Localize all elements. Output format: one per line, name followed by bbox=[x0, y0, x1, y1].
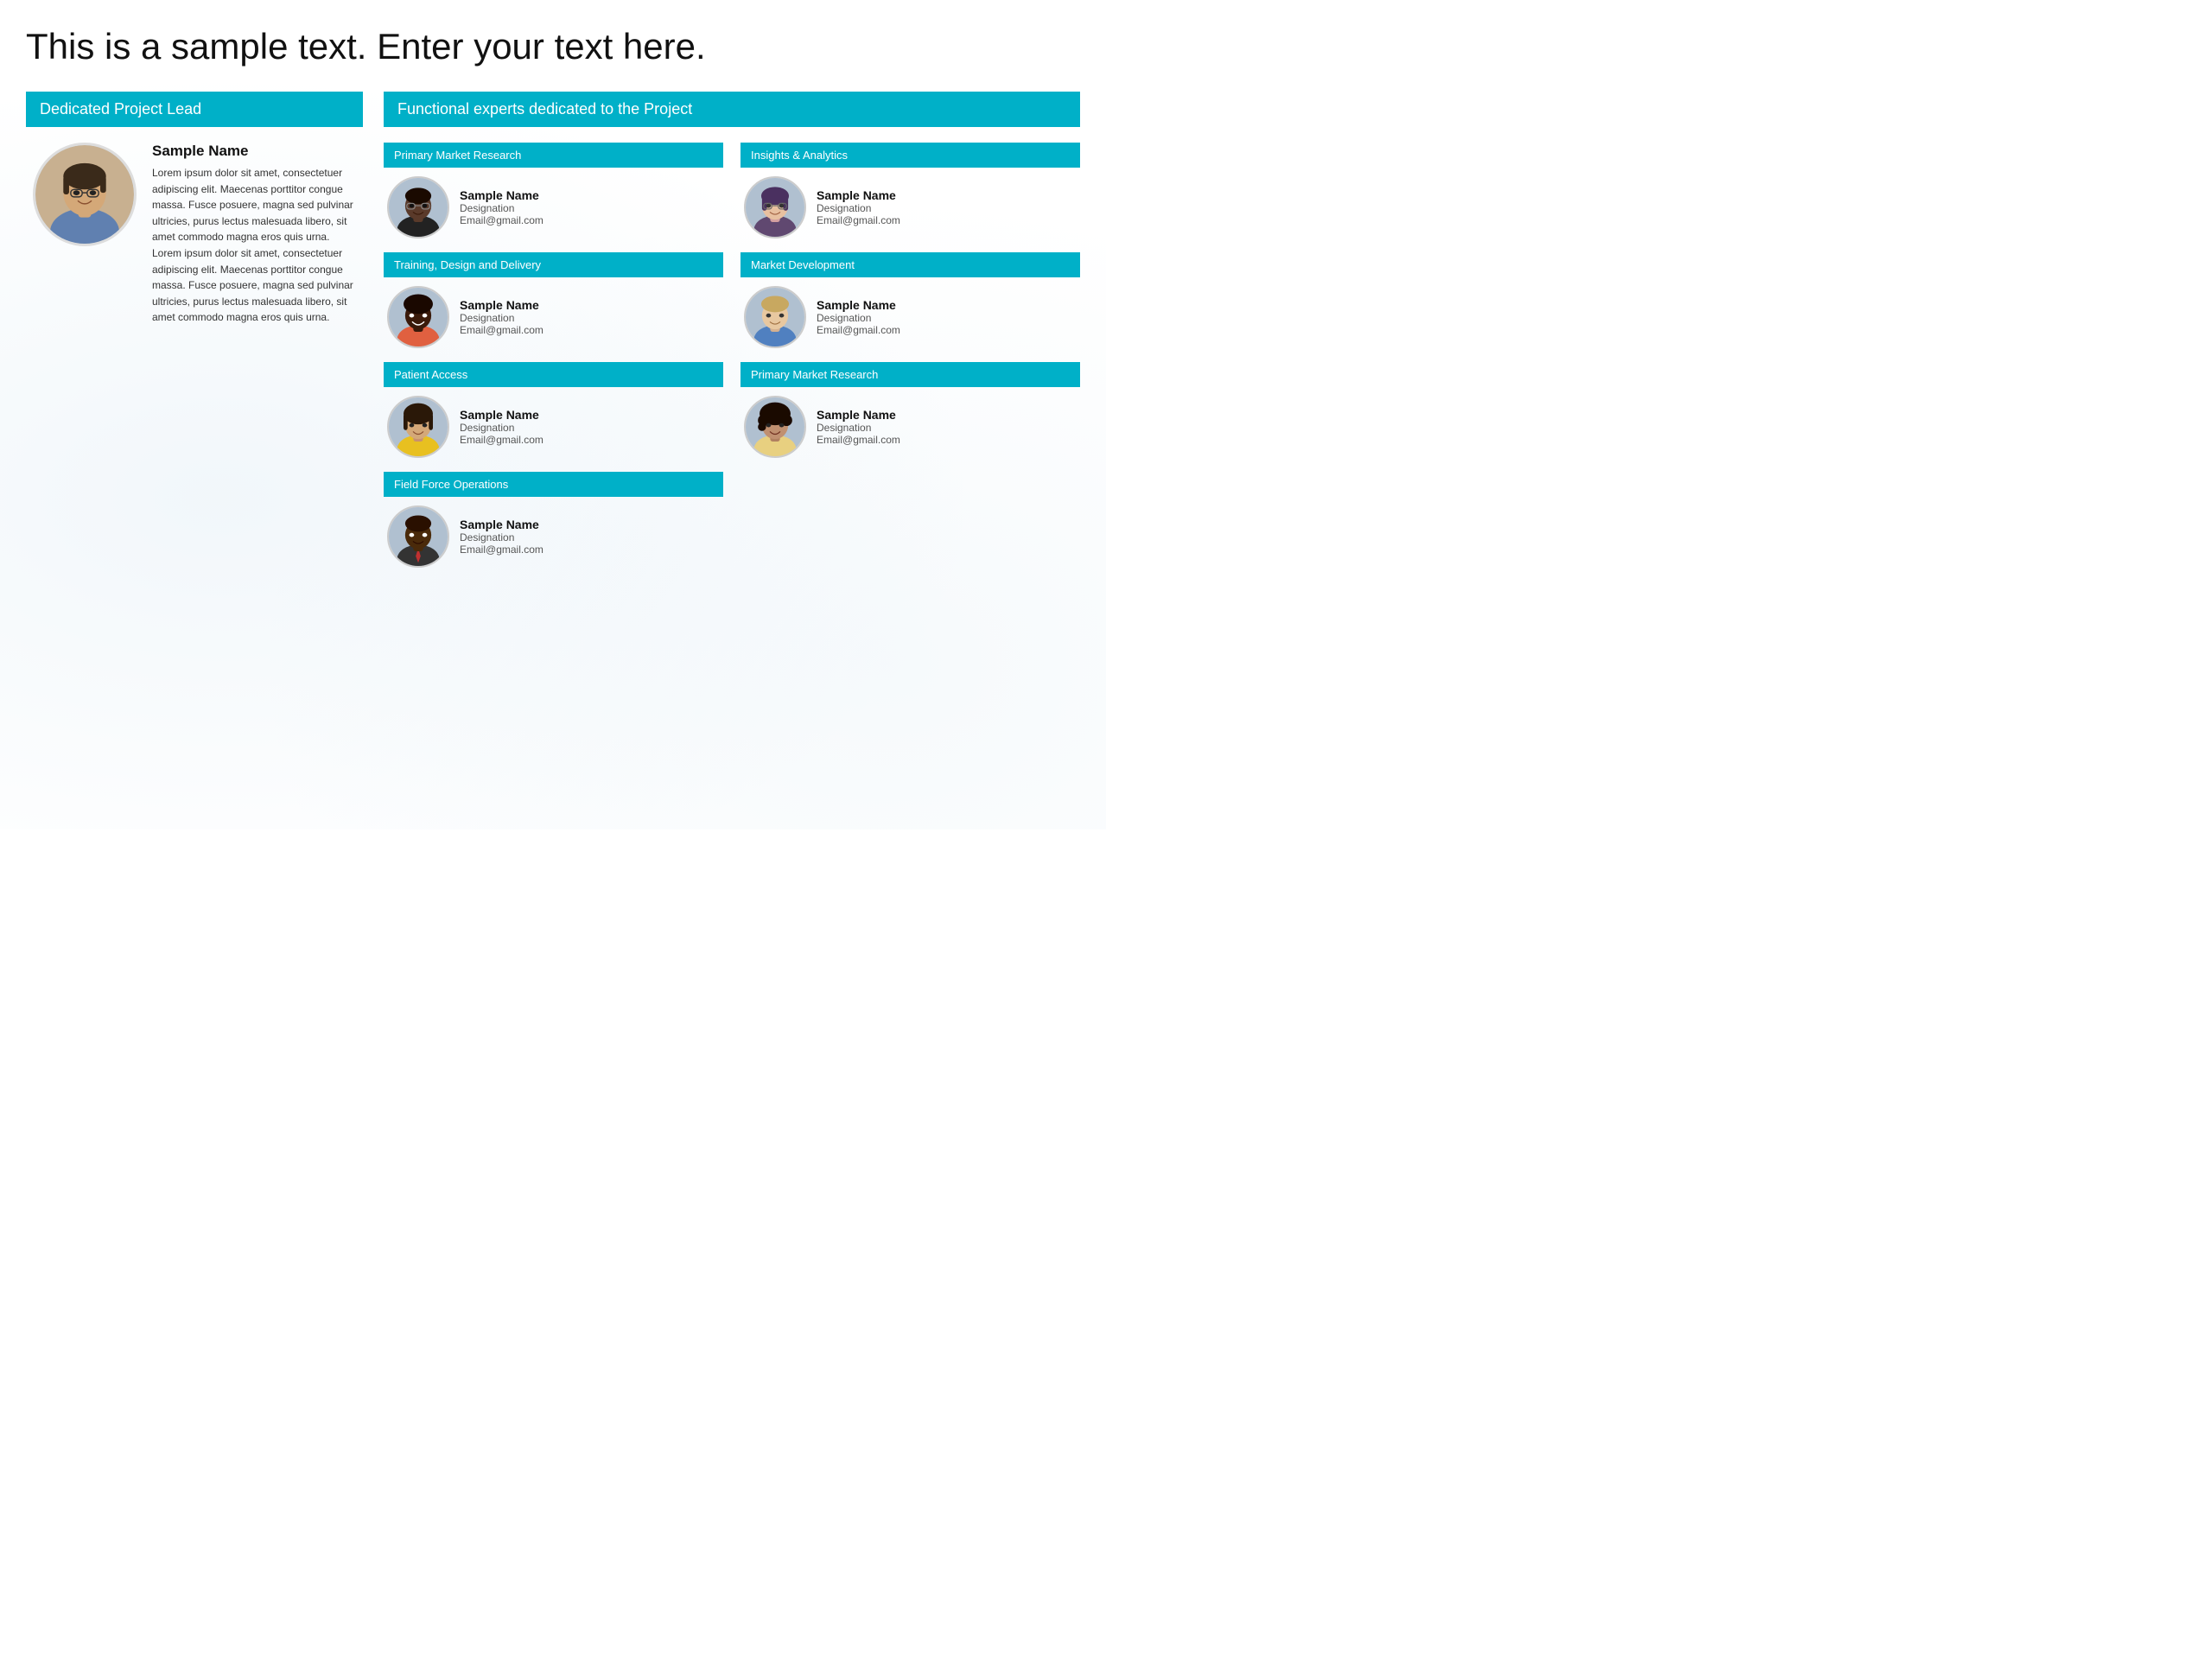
expert-info-row: Sample Name Designation Email@gmail.com bbox=[384, 505, 723, 568]
expert-designation: Designation bbox=[460, 202, 543, 214]
expert-avatar bbox=[744, 176, 806, 238]
expert-email: Email@gmail.com bbox=[460, 214, 543, 226]
expert-email: Email@gmail.com bbox=[460, 434, 543, 446]
expert-text: Sample Name Designation Email@gmail.com bbox=[817, 408, 900, 446]
experts-grid: Primary Market Research Sample Name Desi… bbox=[384, 143, 1080, 568]
expert-designation: Designation bbox=[817, 312, 900, 324]
expert-email: Email@gmail.com bbox=[817, 324, 900, 336]
expert-card: Insights & Analytics Sample Name Design bbox=[741, 143, 1080, 238]
lead-avatar bbox=[33, 143, 137, 246]
expert-avatar bbox=[387, 505, 449, 568]
lead-name: Sample Name bbox=[152, 143, 356, 160]
expert-name: Sample Name bbox=[460, 188, 543, 202]
expert-text: Sample Name Designation Email@gmail.com bbox=[460, 298, 543, 336]
expert-avatar bbox=[387, 176, 449, 238]
expert-name: Sample Name bbox=[817, 298, 900, 312]
expert-avatar bbox=[744, 396, 806, 458]
expert-info-row: Sample Name Designation Email@gmail.com bbox=[384, 396, 723, 458]
lead-card: Sample Name Lorem ipsum dolor sit amet, … bbox=[26, 143, 363, 326]
expert-category: Training, Design and Delivery bbox=[384, 252, 723, 277]
left-column: Dedicated Project Lead bbox=[26, 92, 363, 326]
expert-designation: Designation bbox=[817, 202, 900, 214]
expert-card: Training, Design and Delivery Sample Nam… bbox=[384, 252, 723, 348]
expert-text: Sample Name Designation Email@gmail.com bbox=[817, 298, 900, 336]
expert-category: Patient Access bbox=[384, 362, 723, 387]
lead-info: Sample Name Lorem ipsum dolor sit amet, … bbox=[152, 143, 356, 326]
expert-card: Primary Market Research Sample Name Desi… bbox=[384, 143, 723, 238]
expert-avatar bbox=[387, 286, 449, 348]
expert-info-row: Sample Name Designation Email@gmail.com bbox=[741, 396, 1080, 458]
expert-info-row: Sample Name Designation Email@gmail.com bbox=[741, 176, 1080, 238]
expert-card: Market Development Sample Name Designati… bbox=[741, 252, 1080, 348]
expert-name: Sample Name bbox=[460, 518, 543, 531]
expert-avatar bbox=[744, 286, 806, 348]
expert-info-row: Sample Name Designation Email@gmail.com bbox=[384, 176, 723, 238]
expert-designation: Designation bbox=[460, 312, 543, 324]
expert-name: Sample Name bbox=[460, 408, 543, 422]
expert-info-row: Sample Name Designation Email@gmail.com bbox=[384, 286, 723, 348]
expert-text: Sample Name Designation Email@gmail.com bbox=[460, 518, 543, 556]
left-section-header: Dedicated Project Lead bbox=[26, 92, 363, 127]
expert-card: Primary Market Research Sample Name Desi… bbox=[741, 362, 1080, 458]
right-section-header: Functional experts dedicated to the Proj… bbox=[384, 92, 1080, 127]
expert-category: Primary Market Research bbox=[384, 143, 723, 168]
expert-card: Patient Access Sample Name Designation E… bbox=[384, 362, 723, 458]
expert-category: Field Force Operations bbox=[384, 472, 723, 497]
expert-text: Sample Name Designation Email@gmail.com bbox=[460, 188, 543, 226]
expert-category: Market Development bbox=[741, 252, 1080, 277]
right-column: Functional experts dedicated to the Proj… bbox=[384, 92, 1080, 568]
expert-text: Sample Name Designation Email@gmail.com bbox=[460, 408, 543, 446]
expert-email: Email@gmail.com bbox=[817, 434, 900, 446]
expert-avatar bbox=[387, 396, 449, 458]
expert-card: Field Force Operations Sample Name Desig… bbox=[384, 472, 723, 568]
expert-designation: Designation bbox=[460, 422, 543, 434]
expert-email: Email@gmail.com bbox=[460, 324, 543, 336]
expert-designation: Designation bbox=[817, 422, 900, 434]
lead-description: Lorem ipsum dolor sit amet, consectetuer… bbox=[152, 165, 356, 326]
page-title: This is a sample text. Enter your text h… bbox=[26, 26, 1080, 67]
expert-text: Sample Name Designation Email@gmail.com bbox=[817, 188, 900, 226]
expert-email: Email@gmail.com bbox=[460, 543, 543, 556]
expert-category: Insights & Analytics bbox=[741, 143, 1080, 168]
expert-name: Sample Name bbox=[817, 188, 900, 202]
expert-name: Sample Name bbox=[817, 408, 900, 422]
expert-info-row: Sample Name Designation Email@gmail.com bbox=[741, 286, 1080, 348]
expert-name: Sample Name bbox=[460, 298, 543, 312]
expert-category: Primary Market Research bbox=[741, 362, 1080, 387]
expert-email: Email@gmail.com bbox=[817, 214, 900, 226]
expert-designation: Designation bbox=[460, 531, 543, 543]
